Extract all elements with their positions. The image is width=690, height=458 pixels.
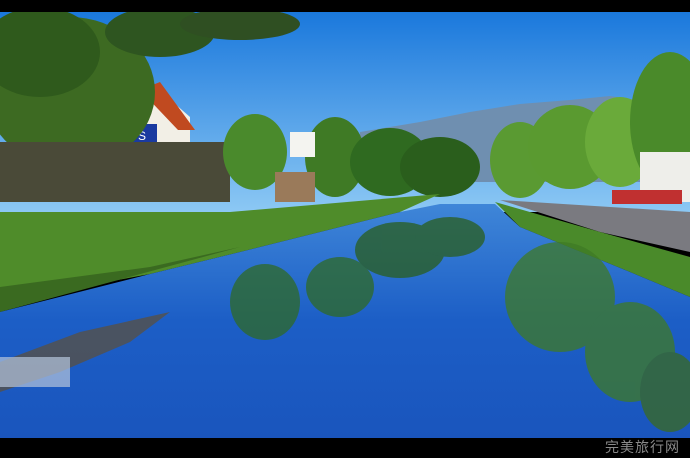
watermark-text: 完美旅行网 xyxy=(605,440,680,456)
canal-photo: PHILIPS xyxy=(0,12,690,438)
letterbox-top xyxy=(0,0,690,12)
letterbox-bottom xyxy=(0,438,690,458)
